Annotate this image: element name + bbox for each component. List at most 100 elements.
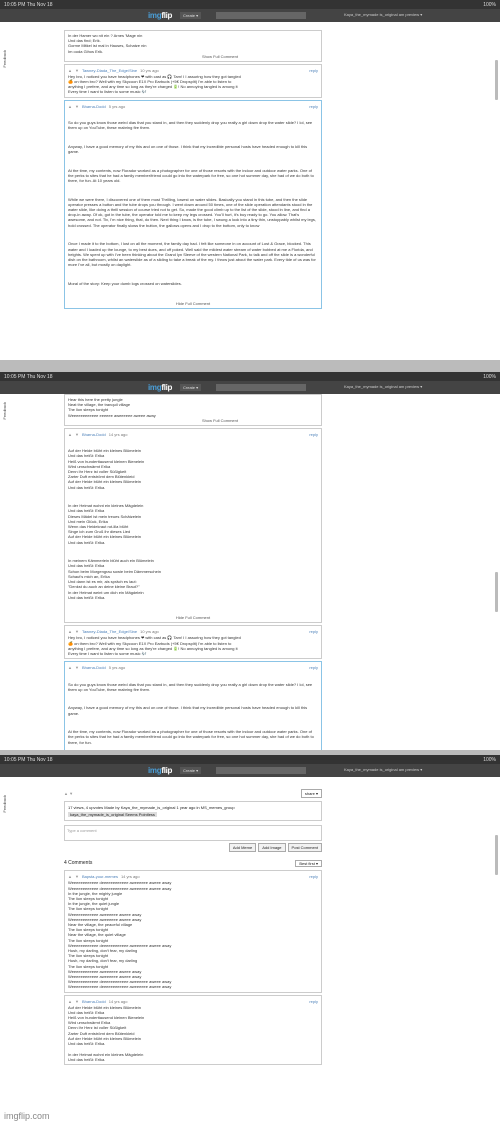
downvote-icon[interactable]: ▼: [75, 665, 79, 670]
comment-meta: 14 yrs ago: [120, 874, 140, 880]
comment-paragraph: Once I made it to the bottom, I lost on …: [68, 241, 317, 268]
reply-link[interactable]: reply: [309, 999, 318, 1004]
comment-body: Hear this here the pretty jungle Neat th…: [68, 397, 156, 418]
reply-link[interactable]: reply: [309, 665, 318, 670]
upvote-icon[interactable]: ▲: [68, 874, 72, 879]
scrollbar[interactable]: [495, 835, 498, 875]
comment-author[interactable]: Bharna-Dodd: [82, 665, 106, 670]
comment-header: ▲ ▼ Bharna-Dodd 14 yrs ago reply: [68, 998, 318, 1005]
comment-paragraph: So do you guys know those weird dias tha…: [68, 120, 314, 131]
comment-card: ▲ ▼ Bapsta-your-memes 14 yrs ago reply W…: [64, 870, 322, 993]
comment-card: Hear this here the pretty jungle Neat th…: [64, 394, 322, 426]
downvote-icon[interactable]: ▼: [75, 999, 79, 1004]
add-meme-button[interactable]: Add Meme: [228, 843, 257, 853]
show-full-comment-link[interactable]: Show Full Comment: [68, 54, 318, 59]
downvote-icon[interactable]: ▼: [75, 104, 79, 109]
comment-card: ▲ ▼ Tawney-Diada_The_Edge/Sine 10 yrs ag…: [64, 63, 322, 98]
status-time: 10:05 PM Thu Nov 18: [4, 1, 53, 8]
comment-body: So do you guys know those weird dias tha…: [68, 110, 318, 300]
downvote-icon[interactable]: ▼: [75, 68, 79, 73]
sort-select[interactable]: Best first ▾: [295, 860, 322, 868]
user-menu[interactable]: Kaya_the_mymade is_original am preview ▾: [344, 12, 494, 19]
feedback-tab[interactable]: Feedback: [2, 50, 8, 68]
comment-paragraph: Anyway, I have a good memory of my this …: [68, 705, 309, 716]
downvote-icon[interactable]: ▼: [75, 629, 79, 634]
create-dropdown[interactable]: Create ▾: [180, 767, 202, 774]
upvote-icon[interactable]: ▲: [68, 104, 72, 109]
downvote-icon[interactable]: ▼: [75, 432, 79, 437]
upvote-icon[interactable]: ▲: [68, 432, 72, 437]
scrollbar[interactable]: [495, 572, 498, 612]
downvote-icon[interactable]: ▼: [75, 874, 79, 879]
vote-buttons: ▲ ▼: [64, 791, 73, 796]
upvote-icon[interactable]: ▲: [68, 999, 72, 1004]
screenshot-panel-2: 10:05 PM Thu Nov 18 100% imgflip Create …: [0, 372, 500, 750]
search-input[interactable]: [216, 384, 306, 391]
add-image-button[interactable]: Add Image: [258, 843, 286, 853]
comment-body: Weeeeeeeeeeee deeeeeeeeeeee aweeeeee awe…: [68, 880, 172, 990]
comment-paragraph: Moral of the story: Keep your dumb logs …: [68, 280, 182, 286]
meme-tag[interactable]: kaya_the_mymade_is_original Seems Pointl…: [68, 812, 157, 818]
status-time: 10:05 PM Thu Nov 18: [4, 756, 53, 763]
comment-author[interactable]: Bharna-Dodd: [82, 104, 106, 109]
imgflip-watermark: imgflip.com: [4, 1111, 50, 1121]
comment-meta: 10 yrs ago: [140, 67, 159, 73]
comment-input[interactable]: Type a comment: [64, 825, 322, 842]
feedback-tab[interactable]: Feedback: [2, 795, 8, 813]
comment-card: ▲ ▼ Tawney-Diada_The_Edge/Sine 10 yrs ag…: [64, 625, 322, 660]
upvote-icon[interactable]: ▲: [68, 665, 72, 670]
search-input[interactable]: [216, 767, 306, 774]
comment-meta: 10 yrs ago: [140, 629, 159, 635]
nav-bar: imgflip Create ▾ Kaya_the_mymade is_orig…: [0, 9, 500, 22]
imgflip-logo[interactable]: imgflip: [148, 766, 172, 775]
feedback-tab[interactable]: Feedback: [2, 402, 8, 420]
comment-author[interactable]: Bharna-Dodd: [82, 432, 106, 437]
comment-paragraph: So do you guys know those weird dias tha…: [68, 681, 314, 692]
hide-full-comment-link[interactable]: Hide Full Comment: [68, 301, 318, 306]
comment-author[interactable]: Bapsta-your-memes: [82, 874, 118, 879]
meme-stats: 17 views, 4 upvotes Made by Kaya_the_mym…: [68, 805, 235, 810]
upvote-icon[interactable]: ▲: [68, 68, 72, 73]
comment-actions: Add Meme Add Image Post Comment: [64, 843, 322, 853]
comment-header: ▲ ▼ Bapsta-your-memes 14 yrs ago reply: [68, 873, 318, 880]
share-dropdown[interactable]: share ▾: [300, 789, 322, 798]
create-dropdown[interactable]: Create ▾: [180, 384, 202, 391]
nav-bar: imgflip Create ▾ Kaya_the_mymade is_orig…: [0, 381, 500, 394]
comment-card: ▲ ▼ Bharna-Dodd 14 yrs ago reply Auf der…: [64, 427, 322, 624]
reply-link[interactable]: reply: [309, 432, 318, 437]
reply-link[interactable]: reply: [309, 629, 318, 634]
comment-author[interactable]: Bharna-Dodd: [82, 999, 106, 1004]
upvote-icon[interactable]: ▲: [68, 629, 72, 634]
downvote-icon[interactable]: ▼: [69, 791, 73, 796]
reply-link[interactable]: reply: [309, 104, 318, 109]
post-comment-button[interactable]: Post Comment: [287, 843, 322, 853]
screenshot-panel-3: 10:05 PM Thu Nov 18 100% imgflip Create …: [0, 755, 500, 1125]
comment-header: ▲ ▼ Bharna-Dodd 14 yrs ago reply: [68, 431, 318, 438]
comment-card: ▲ ▼ Bharna-Dodd 5 yrs ago reply So do yo…: [64, 99, 322, 310]
search-input[interactable]: [216, 12, 306, 19]
upvote-icon[interactable]: ▲: [64, 791, 68, 796]
show-full-comment-link[interactable]: Show Full Comment: [68, 418, 318, 423]
comment-header: ▲ ▼ Bharna-Dodd 5 yrs ago reply: [68, 664, 318, 671]
imgflip-logo[interactable]: imgflip: [148, 11, 172, 20]
battery-indicator: 100%: [483, 756, 496, 763]
scrollbar[interactable]: [495, 60, 498, 100]
status-time: 10:05 PM Thu Nov 18: [4, 373, 53, 380]
comment-author[interactable]: Tawney-Diada_The_Edge/Sine: [82, 68, 137, 73]
user-menu[interactable]: Kaya_the_mymade is_original am preview ▾: [344, 384, 494, 391]
reply-link[interactable]: reply: [309, 68, 318, 73]
comment-paragraph: In meinem Kämmerlein blüht auch ein Blüm…: [68, 558, 161, 600]
imgflip-logo[interactable]: imgflip: [148, 383, 172, 392]
comments-header: 4 Comments Best first ▾: [64, 860, 322, 868]
create-dropdown[interactable]: Create ▾: [180, 12, 202, 19]
comment-paragraph: In der Heimat wohnt ein kleines Mägdelei…: [68, 503, 144, 545]
comment-paragraph: At the time, my contents, now Florador w…: [68, 167, 315, 184]
user-menu[interactable]: Kaya_the_mymade is_original am preview ▾: [344, 767, 494, 774]
comment-paragraph: While we were there, I discovered one of…: [68, 196, 318, 228]
comment-author[interactable]: Tawney-Diada_The_Edge/Sine: [82, 629, 137, 634]
comment-meta: 14 yrs ago: [108, 998, 128, 1004]
reply-link[interactable]: reply: [309, 874, 318, 879]
comment-card: In der Hamer wo nit ein ? Arnes 'Mage ni…: [64, 30, 322, 62]
screenshot-panel-1: 10:05 PM Thu Nov 18 100% imgflip Create …: [0, 0, 500, 360]
hide-full-comment-link[interactable]: Hide Full Comment: [68, 615, 318, 620]
